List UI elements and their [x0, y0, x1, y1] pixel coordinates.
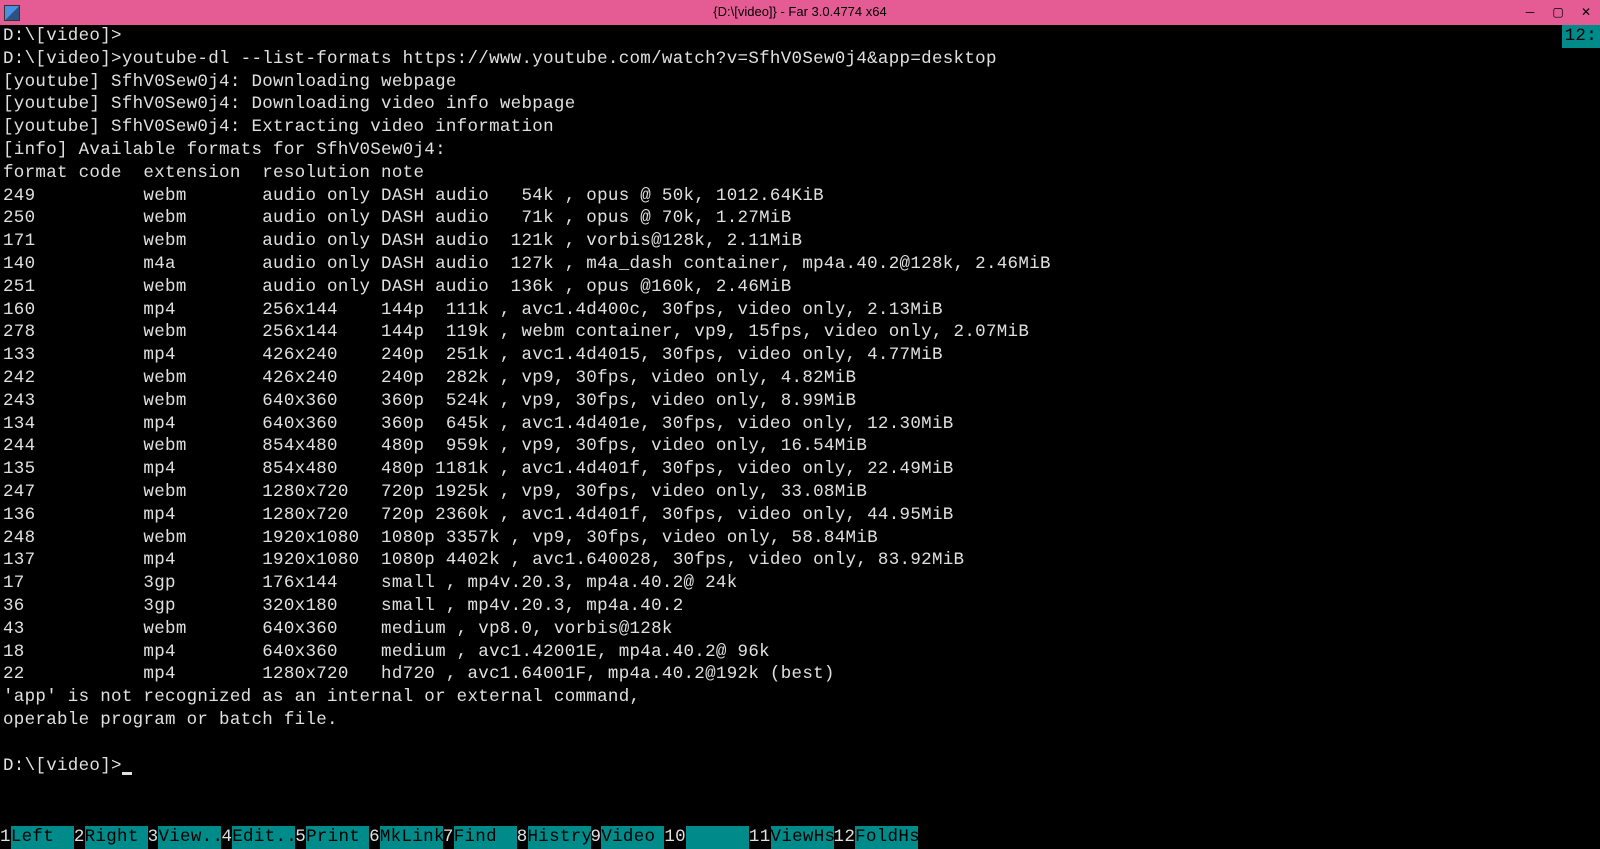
terminal-line: [youtube] SfhV0Sew0j4: Extracting video …: [3, 116, 1600, 139]
terminal-line: 18 mp4 640x360 medium , avc1.42001E, mp4…: [3, 641, 1600, 664]
terminal-output[interactable]: D:\[video]>D:\[video]>youtube-dl --list-…: [0, 25, 1600, 777]
window-titlebar[interactable]: {D:\[video]} - Far 3.0.4774 x64 ─ ▢ ✕: [0, 0, 1600, 25]
terminal-line: 244 webm 854x480 480p 959k , vp9, 30fps,…: [3, 435, 1600, 458]
fkey-1[interactable]: 1Left: [0, 826, 74, 849]
terminal-line: 243 webm 640x360 360p 524k , vp9, 30fps,…: [3, 390, 1600, 413]
fkey-number: 5: [295, 826, 306, 849]
terminal-line: 137 mp4 1920x1080 1080p 4402k , avc1.640…: [3, 549, 1600, 572]
terminal-line: 36 3gp 320x180 small , mp4v.20.3, mp4a.4…: [3, 595, 1600, 618]
terminal-line: D:\[video]>: [3, 755, 1600, 778]
terminal-line: 140 m4a audio only DASH audio 127k , m4a…: [3, 253, 1600, 276]
fkey-number: 7: [443, 826, 454, 849]
fkey-number: 3: [148, 826, 159, 849]
fkey-9[interactable]: 9Video: [591, 826, 665, 849]
fkey-number: 2: [74, 826, 85, 849]
fkey-6[interactable]: 6MkLink: [369, 826, 443, 849]
fkey-label: Left: [11, 826, 74, 849]
terminal-line: 133 mp4 426x240 240p 251k , avc1.4d4015,…: [3, 344, 1600, 367]
terminal-line: 17 3gp 176x144 small , mp4v.20.3, mp4a.4…: [3, 572, 1600, 595]
fkey-number: 4: [221, 826, 232, 849]
function-keys-bar: 1Left 2Right 3View..4Edit..5Print 6MkLin…: [0, 826, 1600, 849]
terminal-line: [info] Available formats for SfhV0Sew0j4…: [3, 139, 1600, 162]
fkey-number: 12: [834, 826, 856, 849]
terminal-line: 134 mp4 640x360 360p 645k , avc1.4d401e,…: [3, 413, 1600, 436]
app-icon: [4, 5, 20, 21]
fkey-10[interactable]: 10: [664, 826, 749, 849]
terminal-line: 247 webm 1280x720 720p 1925k , vp9, 30fp…: [3, 481, 1600, 504]
fkey-number: 11: [749, 826, 771, 849]
fkey-2[interactable]: 2Right: [74, 826, 148, 849]
terminal-line: [youtube] SfhV0Sew0j4: Downloading video…: [3, 93, 1600, 116]
fkey-number: 6: [369, 826, 380, 849]
window-title: {D:\[video]} - Far 3.0.4774 x64: [713, 1, 886, 24]
terminal-line: 43 webm 640x360 medium , vp8.0, vorbis@1…: [3, 618, 1600, 641]
fkey-label: [686, 826, 749, 849]
fkey-7[interactable]: 7Find: [443, 826, 517, 849]
terminal-line: D:\[video]>youtube-dl --list-formats htt…: [3, 48, 1600, 71]
close-button[interactable]: ✕: [1572, 3, 1600, 23]
cursor: [122, 772, 132, 775]
fkey-label: MkLink: [380, 826, 443, 849]
terminal-line: operable program or batch file.: [3, 709, 1600, 732]
terminal-line: 242 webm 426x240 240p 282k , vp9, 30fps,…: [3, 367, 1600, 390]
terminal-line: D:\[video]>: [3, 25, 1600, 48]
fkey-label: Histry: [528, 826, 591, 849]
fkey-label: View..: [158, 826, 221, 849]
fkey-label: Find: [454, 826, 517, 849]
terminal-line: 251 webm audio only DASH audio 136k , op…: [3, 276, 1600, 299]
terminal-line: [3, 732, 1600, 755]
fkey-number: 9: [591, 826, 602, 849]
terminal-line: 136 mp4 1280x720 720p 2360k , avc1.4d401…: [3, 504, 1600, 527]
fkey-label: Right: [85, 826, 148, 849]
fkey-number: 10: [664, 826, 686, 849]
fkey-label: Print: [306, 826, 369, 849]
terminal-line: 'app' is not recognized as an internal o…: [3, 686, 1600, 709]
terminal-line: 250 webm audio only DASH audio 71k , opu…: [3, 207, 1600, 230]
terminal-line: [youtube] SfhV0Sew0j4: Downloading webpa…: [3, 71, 1600, 94]
fkey-4[interactable]: 4Edit..: [221, 826, 295, 849]
fkey-number: 8: [517, 826, 528, 849]
minimize-button[interactable]: ─: [1516, 3, 1544, 23]
fkey-11[interactable]: 11ViewHs: [749, 826, 834, 849]
fkey-3[interactable]: 3View..: [148, 826, 222, 849]
terminal-line: 248 webm 1920x1080 1080p 3357k , vp9, 30…: [3, 527, 1600, 550]
terminal-line: 171 webm audio only DASH audio 121k , vo…: [3, 230, 1600, 253]
fkey-label: Video: [601, 826, 664, 849]
terminal-line: 160 mp4 256x144 144p 111k , avc1.4d400c,…: [3, 299, 1600, 322]
fkey-label: ViewHs: [771, 826, 834, 849]
terminal-line: format code extension resolution note: [3, 162, 1600, 185]
terminal-line: 249 webm audio only DASH audio 54k , opu…: [3, 185, 1600, 208]
terminal-line: 22 mp4 1280x720 hd720 , avc1.64001F, mp4…: [3, 663, 1600, 686]
fkey-12[interactable]: 12FoldHs: [834, 826, 919, 849]
fkey-8[interactable]: 8Histry: [517, 826, 591, 849]
fkey-label: Edit..: [232, 826, 295, 849]
fkey-label: FoldHs: [855, 826, 918, 849]
clock-label: 12:: [1562, 25, 1600, 48]
fkey-5[interactable]: 5Print: [295, 826, 369, 849]
terminal-line: 135 mp4 854x480 480p 1181k , avc1.4d401f…: [3, 458, 1600, 481]
maximize-button[interactable]: ▢: [1544, 3, 1572, 23]
terminal-line: 278 webm 256x144 144p 119k , webm contai…: [3, 321, 1600, 344]
fkey-number: 1: [0, 826, 11, 849]
